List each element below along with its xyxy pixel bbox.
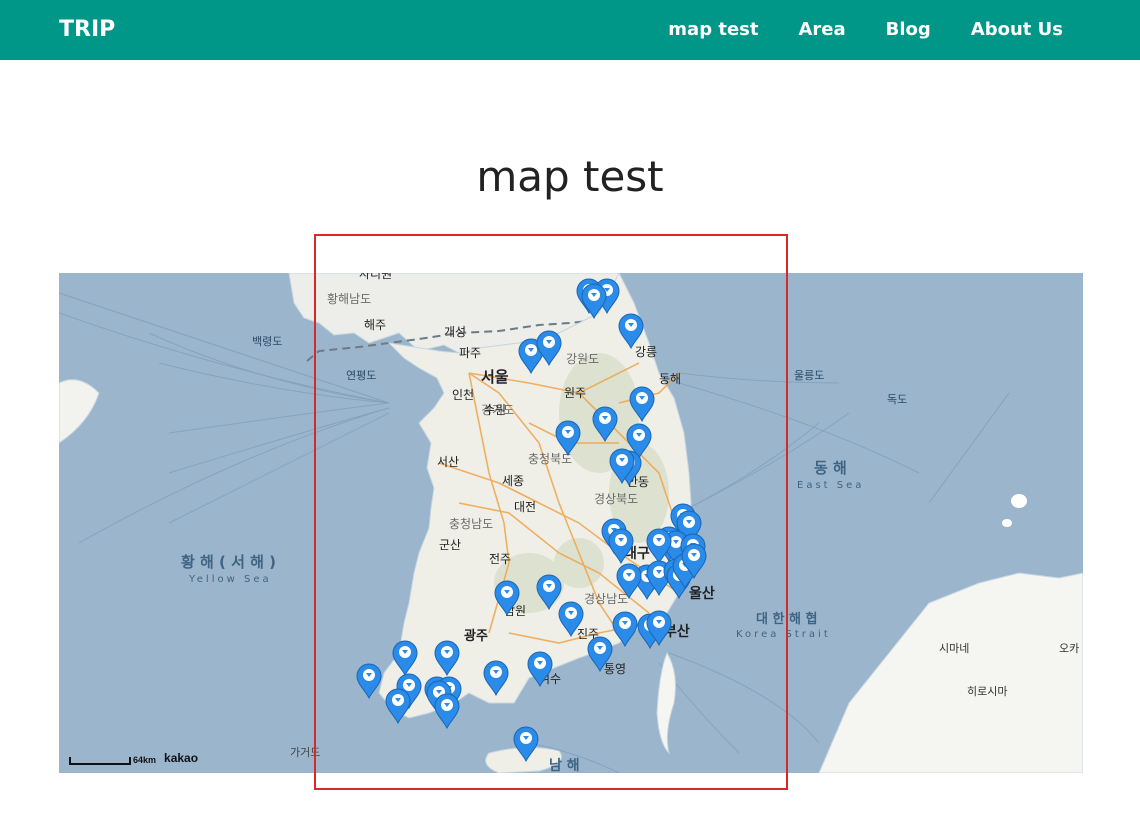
sea-label-south-sea-ko: 남 해	[549, 757, 580, 773]
sea-label-east-sea-ko: 동 해	[814, 459, 847, 477]
nav-links: map test Area Blog About Us	[628, 19, 1063, 40]
page-title: map test	[476, 152, 664, 201]
top-navbar: TRIP map test Area Blog About Us	[0, 0, 1140, 60]
map-label-okayama: 오카	[1059, 642, 1079, 655]
map-label-sejong: 세종	[502, 474, 524, 488]
map-scale: 64km kakao	[69, 751, 198, 765]
brand-logo[interactable]: TRIP	[59, 17, 115, 42]
map-label-incheon: 인천	[452, 387, 474, 402]
map-label-yeonpyeongdo: 연평도	[346, 369, 376, 382]
sea-label-korea-strait-en: Korea Strait	[736, 629, 831, 640]
map-label-dokdo: 독도	[887, 393, 907, 406]
map-canvas[interactable]: 사리원 황해남도 해주 개성 파주 서울 인천 경기도 수원 원주 강원도 강릉…	[59, 273, 1083, 773]
map-label-tongyeong: 통영	[604, 662, 626, 676]
map-label-ulleungdo: 울릉도	[794, 369, 824, 382]
map-label-ulsan: 울산	[689, 585, 715, 602]
kakao-logo: kakao	[164, 751, 199, 765]
map-label-gyeongsangbukdo: 경상북도	[594, 492, 638, 506]
map-label-gunsan: 군산	[439, 538, 461, 552]
map-label-gangneung: 강릉	[635, 345, 657, 359]
scale-bar	[69, 757, 131, 765]
map-label-haeju: 해주	[364, 318, 386, 332]
map-label-shimane: 시마네	[939, 642, 969, 655]
map-label-suwon: 수원	[484, 403, 506, 417]
sea-label-east-sea-en: East Sea	[797, 480, 864, 491]
map-label-wonju: 원주	[564, 386, 586, 400]
map-label-hiroshima: 히로시마	[967, 684, 1007, 698]
map-label-paju: 파주	[459, 346, 481, 360]
kakao-map[interactable]: 사리원 황해남도 해주 개성 파주 서울 인천 경기도 수원 원주 강원도 강릉…	[59, 273, 1083, 773]
map-label-chungcheongnamdo: 충청남도	[449, 517, 493, 531]
sea-label-yellow-sea-ko: 황 해 ( 서 해 )	[181, 553, 276, 571]
dokdo-island	[1002, 519, 1012, 527]
map-label-chungcheongbukdo: 충청북도	[528, 452, 572, 466]
map-label-north-city: 사리원	[359, 273, 392, 281]
sea-label-yellow-sea-en: Yellow Sea	[188, 574, 272, 585]
map-label-seoul: 서울	[481, 368, 509, 386]
map-label-kaesong: 개성	[444, 325, 466, 339]
map-label-baengnyeongdo: 백령도	[252, 335, 282, 348]
nav-link-blog[interactable]: Blog	[886, 19, 931, 40]
map-label-gyeongsangnamdo: 경상남도	[584, 592, 628, 606]
nav-link-map-test[interactable]: map test	[668, 19, 758, 40]
map-label-daejeon: 대전	[514, 500, 536, 514]
map-label-gwangju: 광주	[464, 629, 488, 644]
map-label-hwanghaenamdo: 황해남도	[327, 292, 371, 306]
map-label-gangwondo: 강원도	[566, 352, 599, 366]
nav-link-area[interactable]: Area	[798, 19, 845, 40]
sea-label-korea-strait-ko: 대 한 해 협	[756, 611, 817, 627]
map-label-gageodo: 가거도	[290, 746, 320, 759]
map-label-seosan: 서산	[437, 455, 459, 469]
map-label-donghae: 동해	[659, 372, 681, 386]
ulleungdo-island	[1011, 494, 1027, 508]
nav-link-about-us[interactable]: About Us	[971, 19, 1063, 40]
map-label-jeonju: 전주	[489, 552, 511, 566]
scale-label: 64km	[133, 755, 157, 765]
